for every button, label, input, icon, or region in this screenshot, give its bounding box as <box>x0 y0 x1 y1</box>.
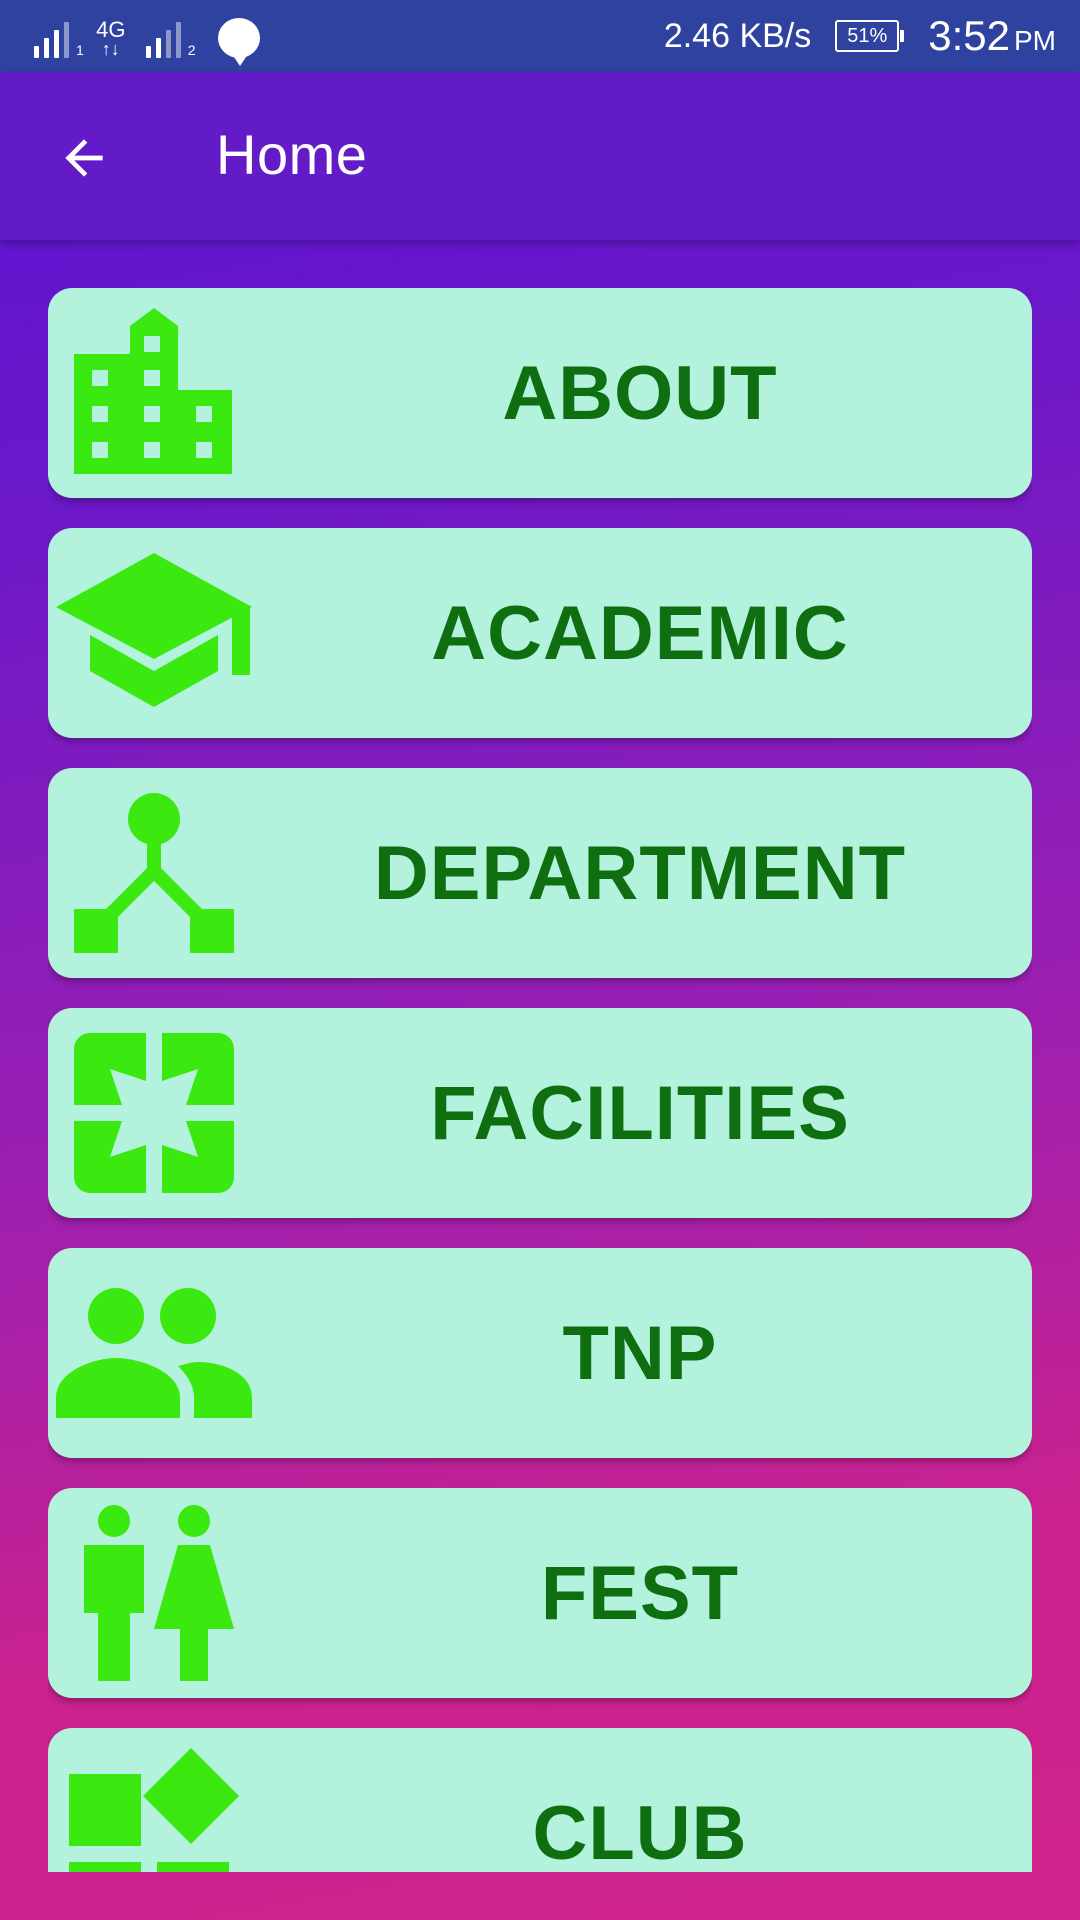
arrow-left-icon <box>65 139 103 177</box>
sim2-signal-icon: 2 <box>145 18 196 58</box>
menu-item-label: ABOUT <box>502 350 778 436</box>
battery-level: 51% <box>835 20 900 52</box>
man-woman-icon <box>56 1488 252 1698</box>
page-title: Home <box>216 123 368 186</box>
people-icon <box>56 1248 252 1458</box>
menu-item-label: DEPARTMENT <box>373 830 907 916</box>
chat-bubble-icon <box>217 18 260 66</box>
menu-item-facilities[interactable]: FACILITIES <box>48 1008 1032 1218</box>
status-bar: 1 4G ↑↓ 2 2.46 KB/s 51% 3:52 PM <box>0 0 1080 72</box>
sim1-signal-icon: 1 <box>34 18 84 58</box>
menu-item-label: ACADEMIC <box>431 590 849 676</box>
clock: 3:52 PM <box>928 12 1056 60</box>
menu-item-academic[interactable]: ACADEMIC <box>48 528 1032 738</box>
network-speed: 2.46 KB/s <box>663 16 812 55</box>
fullscreen-icon <box>56 1008 252 1218</box>
network-type-icon: 4G ↑↓ <box>94 17 128 59</box>
status-left: 1 4G ↑↓ 2 <box>34 14 260 66</box>
network-type-label: 4G <box>96 17 126 42</box>
category-shapes-icon <box>56 1728 252 1872</box>
menu-item-label: FEST <box>540 1550 740 1636</box>
app-bar: Home <box>0 72 1080 240</box>
menu-item-club[interactable]: CLUB <box>48 1728 1032 1872</box>
menu-item-tnp[interactable]: TNP <box>48 1248 1032 1458</box>
status-right: 2.46 KB/s 51% 3:52 PM <box>664 0 1056 72</box>
graduation-cap-icon <box>56 528 252 738</box>
building-icon <box>56 288 252 498</box>
menu-item-about[interactable]: ABOUT <box>48 288 1032 498</box>
sim1-label: 1 <box>76 42 84 58</box>
menu-item-label: FACILITIES <box>430 1070 850 1156</box>
hierarchy-icon <box>56 768 252 978</box>
battery-icon: 51% <box>835 20 905 52</box>
menu-item-label: CLUB <box>532 1790 748 1873</box>
menu-item-department[interactable]: DEPARTMENT <box>48 768 1032 978</box>
sim2-label: 2 <box>187 42 196 58</box>
back-button[interactable] <box>52 126 116 190</box>
menu-list: ABOUT ACADEMIC DEPARTMENT FACILITIES TNP… <box>48 288 1032 1872</box>
menu-item-fest[interactable]: FEST <box>48 1488 1032 1698</box>
clock-time: 3:52 <box>928 12 1010 59</box>
clock-ampm: PM <box>1014 25 1056 56</box>
menu-item-label: TNP <box>562 1310 718 1396</box>
